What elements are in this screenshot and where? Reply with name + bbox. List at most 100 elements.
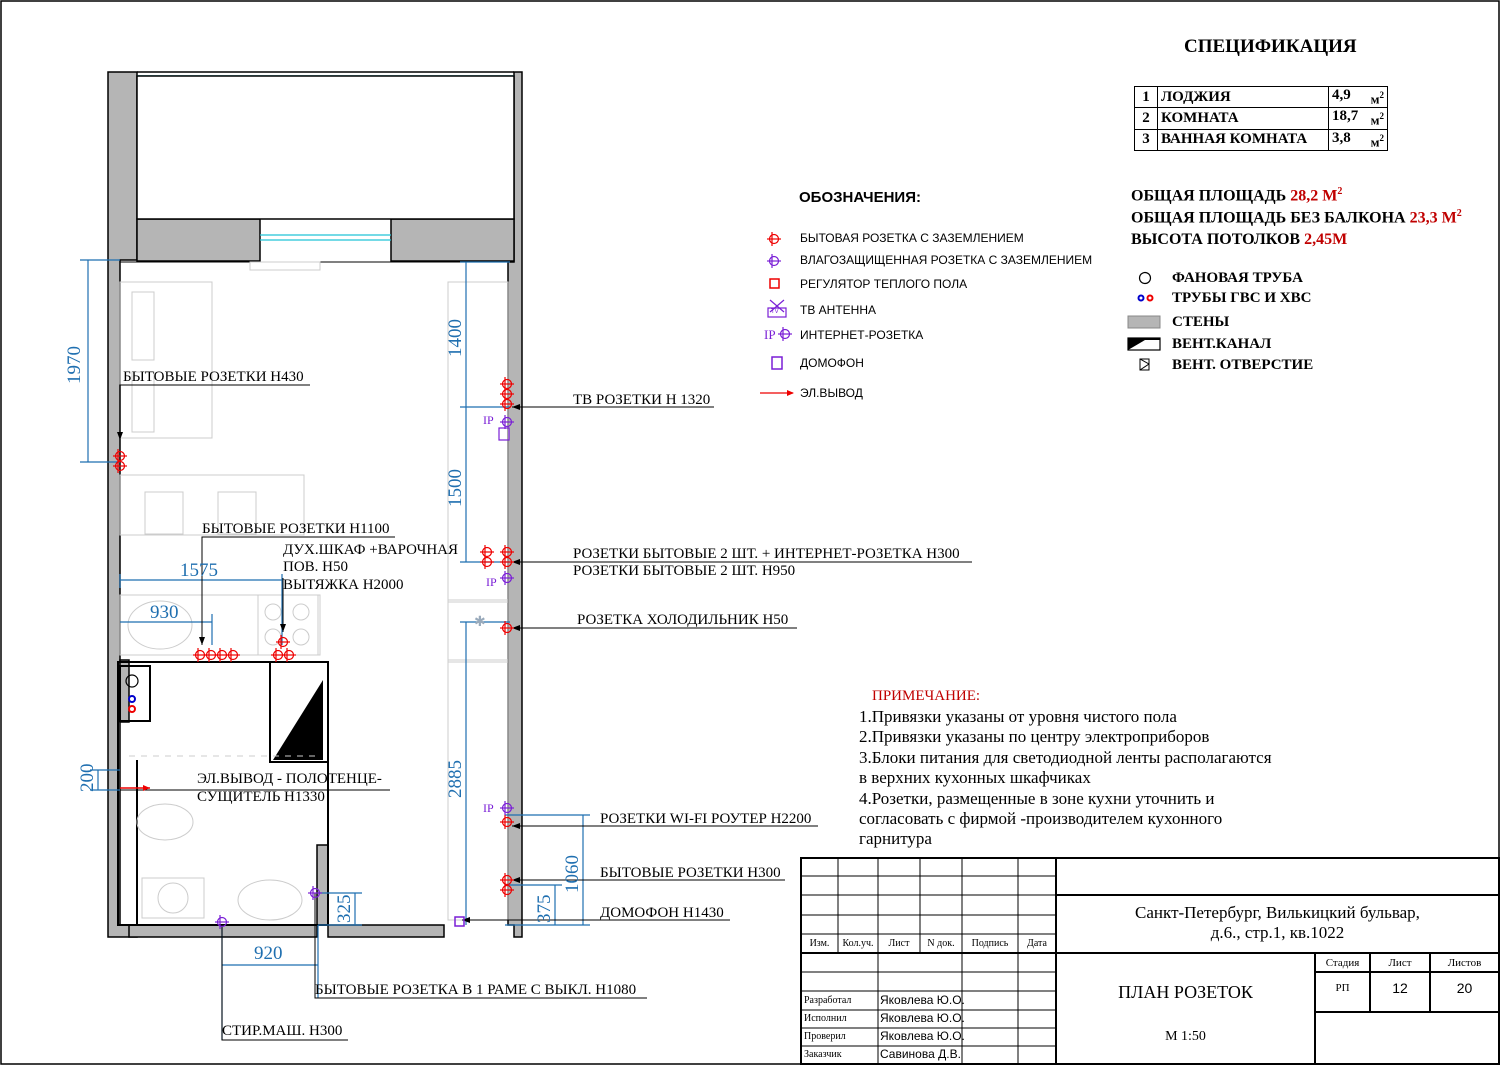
spec-sup: 2: [1379, 132, 1385, 143]
legend-item: ТВ АНТЕННА: [800, 303, 877, 317]
role-label: Разработал: [804, 995, 852, 1006]
table-row: 1 ЛОДЖИЯ 4,9 м2: [1134, 85, 1388, 109]
dim-375: 375: [534, 894, 555, 924]
label-sockets-h950: РОЗЕТКИ БЫТОВЫЕ 2 ШТ. Н950: [573, 563, 796, 579]
internet-socket-icon: IP: [764, 327, 776, 342]
label-sockets-h430: БЫТОВЫЕ РОЗЕТКИ Н430: [123, 369, 304, 385]
project-address: Санкт-Петербург, Вилькицкий бульвар, д.6…: [1056, 903, 1499, 943]
plan-internet-socket-icon: IP: [483, 801, 494, 815]
note-line: 2.Привязки указаны по центру электроприб…: [859, 727, 1210, 746]
sheet-title: ПЛАН РОЗЕТОК: [1118, 982, 1253, 1002]
intercom-icon: [454, 916, 465, 927]
role-label: Проверил: [804, 1031, 846, 1042]
plan-internet-socket-icon: IP: [483, 413, 494, 427]
note-line: 4.Розетки, размещенные в зоне кухни уточ…: [859, 789, 1215, 808]
label-socket-switch: БЫТОВЫЕ РОЗЕТКА В 1 РАМЕ С ВЫКЛ. Н1080: [315, 982, 637, 998]
tb-header: N док.: [927, 938, 955, 949]
sheet-number: 12: [1392, 980, 1408, 996]
role-name: Яковлева Ю.О.: [880, 1011, 965, 1025]
spec-area: 18,7: [1332, 108, 1359, 125]
dim-2885: 2885: [445, 760, 466, 798]
spec-unit: м: [1370, 133, 1380, 149]
label-towel-warmer-height: СУЩИТЕЛЬ Н1330: [197, 789, 325, 805]
role-name: Савинова Д.В.: [880, 1047, 961, 1061]
spec-name: ЛОДЖИЯ: [1157, 85, 1329, 109]
spec-name: КОМНАТА: [1157, 107, 1329, 130]
cold-water-pipe-icon: [128, 705, 136, 713]
ceiling-height-value: 2,45М: [1304, 231, 1348, 248]
tv-antenna-legend-icon: TV: [771, 309, 779, 315]
legend2-item: ФАНОВАЯ ТРУБА: [1172, 270, 1303, 286]
total-area-value: 28,2 М: [1290, 187, 1338, 205]
ceiling-height: ВЫСОТА ПОТОЛКОВ 2,45М: [1131, 231, 1347, 249]
role-label: Заказчик: [804, 1049, 842, 1060]
total-area-label: ОБЩАЯ ПЛОЩАДЬ: [1131, 187, 1287, 205]
svg-text:✱: ✱: [474, 614, 486, 630]
legend2-item: ВЕНТ.КАНАЛ: [1172, 336, 1272, 352]
label-sockets-internet: РОЗЕТКИ БЫТОВЫЕ 2 ШТ. + ИНТЕРНЕТ-РОЗЕТКА…: [573, 546, 960, 562]
dim-1500: 1500: [445, 469, 466, 507]
hot-water-pipe-icon: [128, 695, 136, 703]
tb-header: Изм.: [809, 938, 830, 949]
spec-unit: м: [1370, 112, 1380, 128]
stage-value: РП: [1335, 982, 1350, 994]
spec-area: 4,9: [1332, 87, 1351, 103]
sheet-scale: М 1:50: [1165, 1029, 1206, 1044]
spec-table: 1 ЛОДЖИЯ 4,9 м2 2 КОМНАТА 18,7 м2 3 ВАННАЯ…: [1134, 85, 1388, 151]
spec-area: 3,8: [1332, 129, 1351, 146]
legend2-item: СТЕНЫ: [1172, 314, 1230, 330]
note-line: 1.Привязки указаны от уровня чистого пол…: [859, 707, 1177, 726]
legend-title: ОБОЗНАЧЕНИЯ:: [799, 189, 921, 206]
label-intercom: ДОМОФОН Н1430: [600, 905, 724, 921]
role-name: Яковлева Ю.О.: [880, 1029, 965, 1043]
dim-1400: 1400: [445, 319, 466, 357]
notes-title: ПРИМЕЧАНИЕ:: [872, 688, 981, 704]
legend-item: ИНТЕРНЕТ-РОЗЕТКА: [800, 328, 924, 342]
label-oven: ДУХ.ШКАФ +ВАРОЧНАЯ: [283, 542, 458, 558]
ceiling-height-label: ВЫСОТА ПОТОЛКОВ: [1131, 231, 1301, 248]
address-line-1: Санкт-Петербург, Вилькицкий бульвар,: [1135, 903, 1420, 922]
label-hood: ВЫТЯЖКА Н2000: [283, 577, 404, 593]
label-towel-warmer: ЭЛ.ВЫВОД - ПОЛОТЕНЦЕ-: [197, 771, 382, 787]
tb-header: Лист: [888, 938, 910, 949]
label-wifi-router: РОЗЕТКИ WI-FI РОУТЕР Н2200: [600, 811, 812, 827]
legend2-item: ВЕНТ. ОТВЕРСТИЕ: [1172, 357, 1314, 373]
spec-num: 2: [1134, 107, 1158, 130]
stage-header: Стадия: [1325, 957, 1360, 969]
sheet-header: Лист: [1388, 957, 1412, 969]
note-line: в верхних кухонных шкафчиках: [859, 768, 1091, 787]
label-tv-sockets: ТВ РОЗЕТКИ Н 1320: [573, 392, 711, 408]
area-no-balcony-value: 23,3 М: [1409, 209, 1457, 227]
area-no-balcony-label: ОБЩАЯ ПЛОЩАДЬ БЕЗ БАЛКОНА: [1131, 209, 1406, 227]
table-row: 2 КОМНАТА 18,7 м2: [1134, 107, 1388, 130]
label-sockets-h300: БЫТОВЫЕ РОЗЕТКИ Н300: [600, 865, 781, 881]
label-fridge-socket: РОЗЕТКА ХОЛОДИЛЬНИК Н50: [577, 612, 789, 628]
spec-num: 1: [1134, 85, 1158, 109]
legend-item: ЭЛ.ВЫВОД: [800, 386, 863, 400]
dim-1060: 1060: [562, 855, 583, 893]
sheets-header: Листов: [1447, 957, 1482, 969]
dim-325: 325: [334, 894, 355, 924]
total-area: ОБЩАЯ ПЛОЩАДЬ 28,2 М2: [1131, 186, 1342, 205]
tb-header: Подпись: [971, 938, 1009, 949]
spec-sup: 2: [1379, 90, 1385, 100]
sheets-total: 20: [1456, 980, 1473, 996]
label-oven-height: ПОВ. Н50: [283, 559, 349, 575]
table-row: 3 ВАННАЯ КОМНАТА 3,8 м2: [1134, 128, 1388, 151]
note-line: согласовать с фирмой -производителем кух…: [859, 809, 1223, 828]
dim-1970: 1970: [64, 346, 85, 384]
total-area-sup: 2: [1337, 186, 1343, 197]
dim-1575: 1575: [180, 560, 218, 581]
note-line: 3.Блоки питания для светодиодной ленты р…: [859, 748, 1272, 767]
note-line: гарнитура: [859, 829, 932, 848]
dim-930: 930: [150, 602, 179, 623]
area-no-balcony-sup: 2: [1456, 208, 1462, 219]
legend-item: ВЛАГОЗАЩИЩЕННАЯ РОЗЕТКА С ЗАЗЕМЛЕНИЕМ: [800, 253, 1093, 267]
legend2-item: ТРУБЫ ГВС И ХВС: [1172, 290, 1312, 306]
spec-name: ВАННАЯ КОМНАТА: [1157, 128, 1329, 151]
role-name: Яковлева Ю.О.: [880, 993, 965, 1007]
dim-200: 200: [77, 763, 98, 793]
legend-item: БЫТОВАЯ РОЗЕТКА С ЗАЗЕМЛЕНИЕМ: [800, 231, 1024, 245]
tb-header: Кол.уч.: [842, 938, 874, 949]
legend-item: РЕГУЛЯТОР ТЕПЛОГО ПОЛА: [800, 277, 968, 291]
